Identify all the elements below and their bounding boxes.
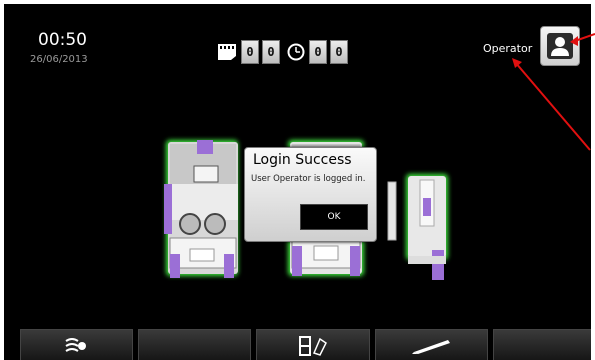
annotation-arrows [512, 33, 595, 151]
screenshot-canvas: 00:50 26/06/2013 0 0 0 0 Operator Login … [0, 0, 595, 360]
